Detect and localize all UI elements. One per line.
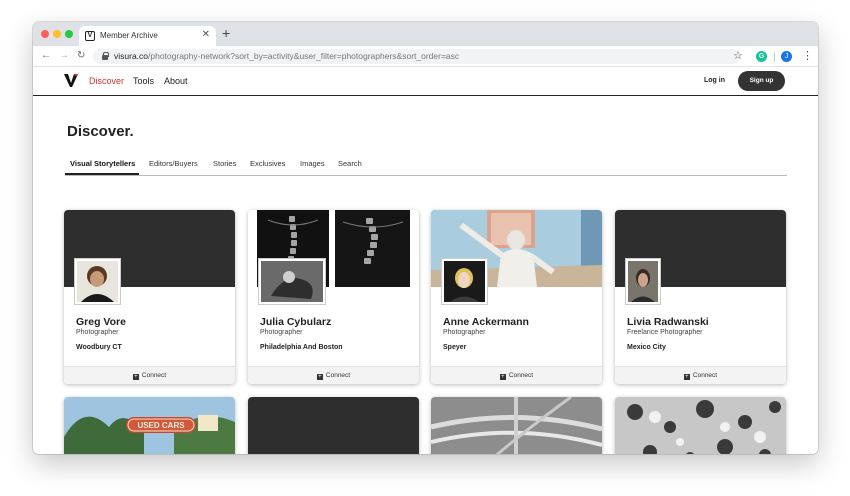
card-footer: + Connect [431,366,602,384]
member-name[interactable]: Greg Vore [76,316,126,328]
member-role: Photographer [76,329,119,336]
member-card[interactable]: Anne Ackermann Photographer Speyer + Conn… [431,210,602,384]
nav-about[interactable]: About [164,76,188,86]
lock-icon [102,52,109,60]
tab-images[interactable]: Images [300,159,325,168]
maximize-window-button[interactable] [65,30,73,38]
member-location: Woodbury CT [76,344,122,351]
avatar[interactable] [259,259,325,304]
back-icon[interactable]: ← [41,50,51,61]
nav-tools[interactable]: Tools [133,76,154,86]
grammarly-extension-icon[interactable]: G [756,51,767,62]
plus-icon: + [316,374,323,380]
toolbar-divider [774,52,775,62]
minimize-window-button[interactable] [53,30,61,38]
member-card[interactable]: Julia Cybularz Photographer Philadelphia… [248,210,419,384]
member-location: Philadelphia And Boston [260,344,343,351]
tab-stories[interactable]: Stories [213,159,236,168]
connect-button[interactable]: + Connect [248,372,419,380]
new-tab-icon[interactable]: + [222,26,230,40]
browser-toolbar: ← → ↻ visura.co/photography-network?sort… [33,46,818,67]
member-card[interactable] [615,397,786,454]
member-card[interactable]: USED CARS [64,397,235,454]
address-bar[interactable]: visura.co/photography-network?sort_by=ac… [93,49,741,64]
avatar[interactable] [75,259,120,304]
avatar[interactable] [626,259,660,304]
avatar[interactable] [442,259,487,304]
close-tab-icon[interactable]: ✕ [202,29,210,40]
reload-icon[interactable]: ↻ [77,50,85,61]
favicon-icon: V [85,31,95,41]
card-cover: USED CARS [64,397,235,454]
tab-exclusives[interactable]: Exclusives [250,159,285,168]
member-card[interactable] [248,397,419,454]
browser-tab[interactable]: V Member Archive ✕ [79,26,216,46]
tab-strip: V Member Archive ✕ + [33,22,818,46]
card-footer: + Connect [248,366,419,384]
signup-button[interactable]: Sign up [738,71,785,91]
url-text: visura.co/photography-network?sort_by=ac… [114,51,460,61]
forward-icon[interactable]: → [59,50,69,61]
card-cover [248,397,419,454]
login-link[interactable]: Log in [704,77,725,84]
visura-logo[interactable] [63,72,79,88]
plus-icon: + [499,374,506,380]
card-footer: + Connect [615,366,786,384]
bookmark-star-icon[interactable]: ☆ [733,49,743,62]
member-name[interactable]: Livia Radwanski [627,316,709,328]
profile-avatar[interactable]: J [781,51,792,62]
close-window-button[interactable] [41,30,49,38]
browser-menu-icon[interactable]: ⋮ [802,49,813,62]
card-cover [615,397,786,454]
tab-editors-buyers[interactable]: Editors/Buyers [149,159,198,168]
card-cover [431,397,602,454]
plus-icon: + [683,374,690,380]
member-card[interactable]: Livia Radwanski Freelance Photographer M… [615,210,786,384]
site-header: Discover Tools About Log in Sign up [33,67,818,96]
connect-button[interactable]: + Connect [431,372,602,380]
active-tab-indicator [65,173,139,175]
tab-search[interactable]: Search [338,159,362,168]
member-card[interactable]: Greg Vore Photographer Woodbury CT + Conn… [64,210,235,384]
tab-visual-storytellers[interactable]: Visual Storytellers [70,159,135,168]
tab-title: Member Archive [100,31,158,40]
member-name[interactable]: Julia Cybularz [260,316,331,328]
card-footer: + Connect [64,366,235,384]
connect-button[interactable]: + Connect [615,372,786,380]
member-card[interactable] [431,397,602,454]
member-location: Mexico City [627,344,666,351]
member-name[interactable]: Anne Ackermann [443,316,529,328]
category-tabs: Visual Storytellers Editors/Buyers Stori… [65,156,787,176]
member-role: Freelance Photographer [627,329,703,336]
member-location: Speyer [443,344,467,351]
member-role: Photographer [443,329,486,336]
page-title: Discover. [67,123,134,140]
plus-icon: + [132,374,139,380]
browser-window: V Member Archive ✕ + ← → ↻ visura.co/pho… [33,22,818,454]
connect-button[interactable]: + Connect [64,372,235,380]
member-role: Photographer [260,329,303,336]
nav-discover[interactable]: Discover [89,76,124,86]
used-cars-sign: USED CARS [137,421,185,430]
